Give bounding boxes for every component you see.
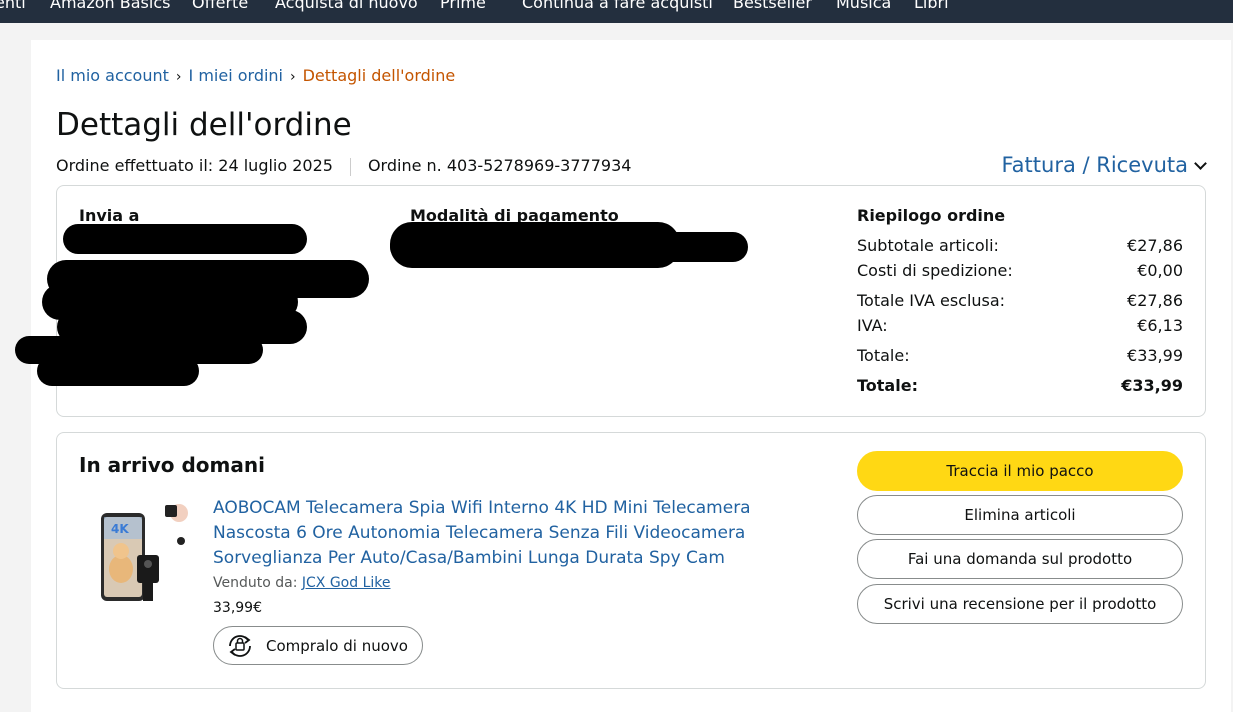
nav-item-amazon-basics[interactable]: Amazon Basics <box>50 0 170 12</box>
summary-label: Totale: <box>857 376 918 395</box>
remove-items-button[interactable]: Elimina articoli <box>857 495 1183 535</box>
seller-link[interactable]: JCX God Like <box>302 575 391 591</box>
invoice-dropdown[interactable]: Fattura / Ricevuta <box>1001 153 1207 177</box>
order-summary-heading: Riepilogo ordine <box>857 206 1006 225</box>
breadcrumb-separator: › <box>175 69 182 85</box>
order-number: Ordine n. 403-5278969-3777934 <box>367 156 632 175</box>
summary-row-shipping: Costi di spedizione: €0,00 <box>857 261 1183 280</box>
breadcrumb-separator: › <box>290 69 296 85</box>
delivery-status: In arrivo domani <box>79 453 265 477</box>
breadcrumb: Il mio account › I miei ordini › Dettagli de… <box>56 66 455 85</box>
track-package-button[interactable]: Traccia il mio pacco <box>857 451 1183 491</box>
thumb-badge: 4K <box>111 522 129 536</box>
product-title-link[interactable]: AOBOCAM Telecamera Spia Wifi Interno 4K … <box>213 496 823 571</box>
summary-value: €33,99 <box>1127 346 1183 365</box>
summary-row-total-excl-vat: Totale IVA esclusa: €27,86 <box>857 291 1183 310</box>
order-date: Ordine effettuato il: 24 luglio 2025 <box>56 156 333 175</box>
nav-item[interactable]: enti <box>0 0 26 12</box>
seller-info: Venduto da: JCX God Like <box>213 575 391 591</box>
summary-value: €27,86 <box>1127 236 1183 255</box>
buy-again-label: Compralo di nuovo <box>266 636 408 655</box>
redaction-mark <box>390 232 748 262</box>
summary-value: €27,86 <box>1127 291 1183 310</box>
summary-row-vat: IVA: €6,13 <box>857 316 1183 335</box>
breadcrumb-current: Dettagli dell'ordine <box>302 66 456 85</box>
product-price: 33,99€ <box>213 600 262 616</box>
nav-item-buy-again[interactable]: Acquista di nuovo <box>275 0 418 12</box>
summary-row-total: Totale: €33,99 <box>857 346 1183 365</box>
summary-value: €33,99 <box>1121 376 1183 395</box>
order-info-card: Invia a Modalità di pagamento Riepilogo … <box>15 185 1206 417</box>
summary-label: Costi di spedizione: <box>857 261 1013 280</box>
buy-again-button[interactable]: Compralo di nuovo <box>213 626 423 665</box>
top-navigation-bar: enti Amazon Basics Offerte Acquista di n… <box>0 0 1233 23</box>
nav-item-bestseller[interactable]: Bestseller <box>733 0 812 12</box>
summary-row-subtotal: Subtotale articoli: €27,86 <box>857 236 1183 255</box>
shipment-card: In arrivo domani 4K AOBOCAM Telecamera S… <box>56 432 1206 689</box>
summary-value: €0,00 <box>1137 261 1183 280</box>
chevron-down-icon <box>1194 157 1207 170</box>
write-review-button[interactable]: Scrivi una recensione per il prodotto <box>857 584 1183 624</box>
ask-question-button[interactable]: Fai una domanda sul prodotto <box>857 539 1183 579</box>
ship-to-heading: Invia a <box>79 206 140 225</box>
nav-item-prime[interactable]: Prime <box>440 0 486 12</box>
invoice-label: Fattura / Ricevuta <box>1001 153 1188 177</box>
summary-row-grand-total: Totale: €33,99 <box>857 376 1183 395</box>
nav-item-books[interactable]: Libri <box>914 0 949 12</box>
nav-item-offers[interactable]: Offerte <box>192 0 248 12</box>
breadcrumb-my-account[interactable]: Il mio account <box>56 66 169 85</box>
nav-item-continue-shopping[interactable]: Continua a fare acquisti <box>522 0 713 12</box>
summary-label: Totale IVA esclusa: <box>857 291 1006 310</box>
order-meta: Ordine effettuato il: 24 luglio 2025 Ordi… <box>56 156 631 176</box>
buy-again-icon <box>229 634 251 657</box>
summary-value: €6,13 <box>1137 316 1183 335</box>
sold-by-label: Venduto da: <box>213 575 298 591</box>
summary-label: Subtotale articoli: <box>857 236 999 255</box>
redaction-mark <box>37 356 199 386</box>
nav-item-music[interactable]: Musica <box>836 0 891 12</box>
product-thumbnail[interactable]: 4K <box>97 499 197 603</box>
summary-label: Totale: <box>857 346 910 365</box>
redaction-mark <box>63 224 307 254</box>
page-title: Dettagli dell'ordine <box>56 107 352 143</box>
breadcrumb-my-orders[interactable]: I miei ordini <box>189 66 283 85</box>
summary-label: IVA: <box>857 316 888 335</box>
meta-divider <box>349 157 351 176</box>
